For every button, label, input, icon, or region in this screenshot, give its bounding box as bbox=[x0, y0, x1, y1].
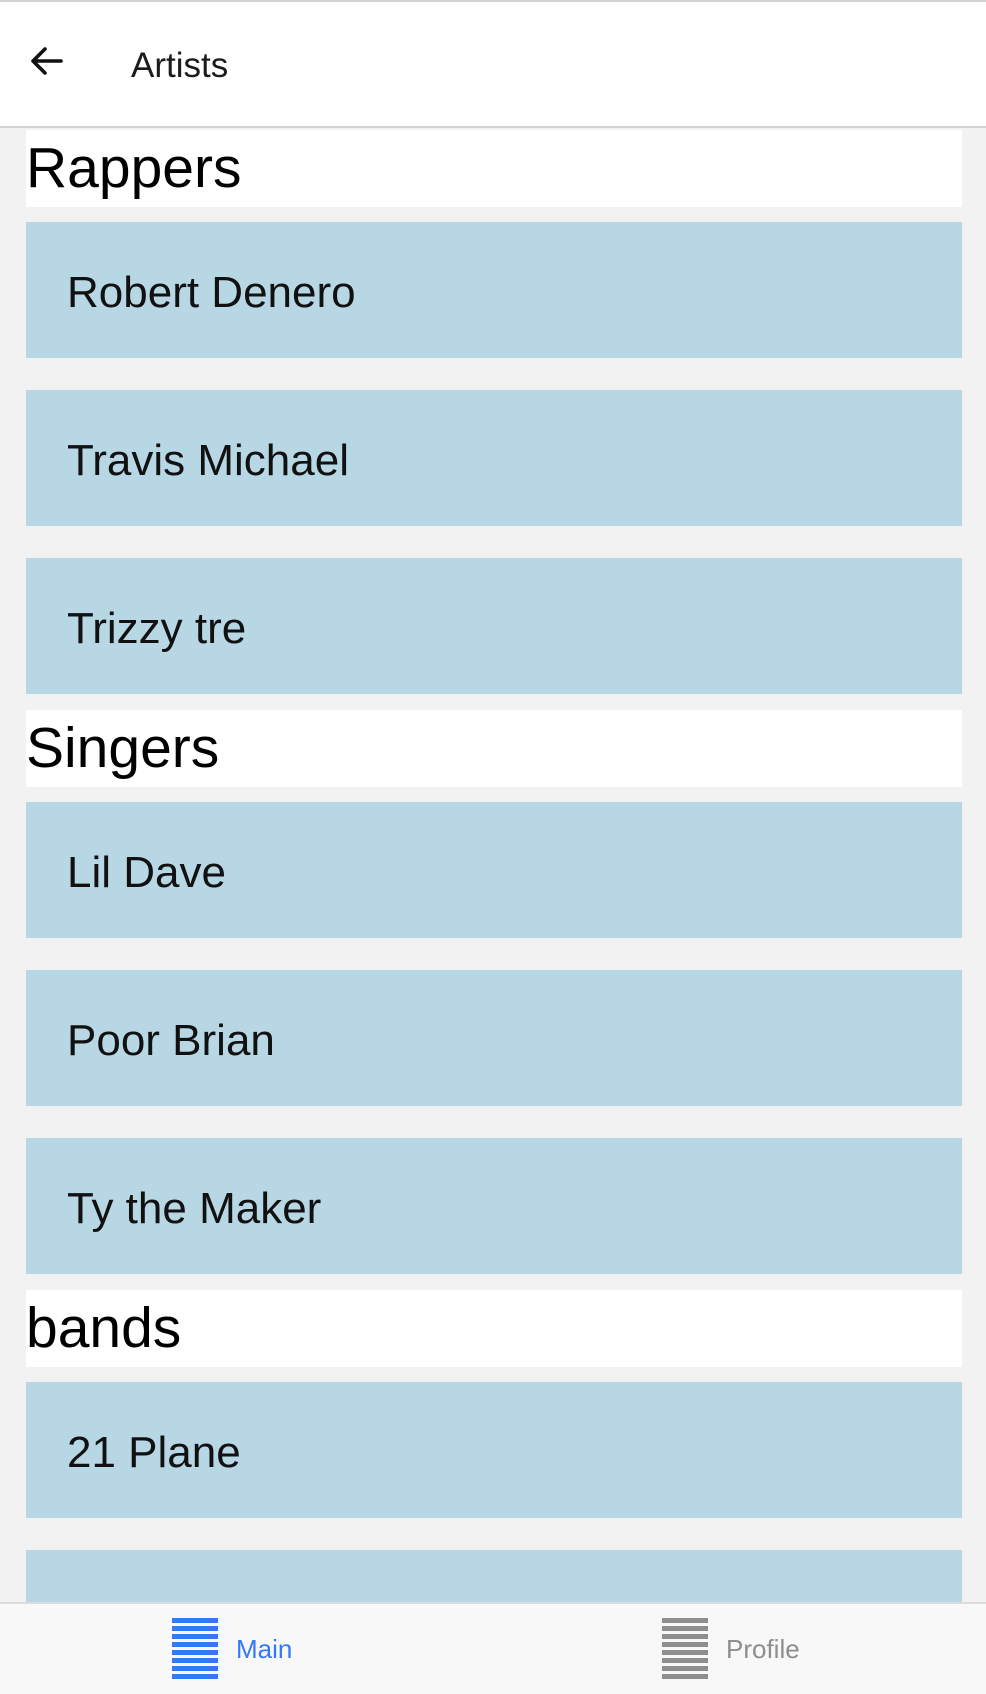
item-label: Ty the Maker bbox=[67, 1184, 322, 1233]
tab-label-main: Main bbox=[236, 1633, 293, 1664]
list-item[interactable]: Trizzy tre bbox=[26, 558, 962, 694]
item-label: Poor Brian bbox=[67, 1016, 275, 1065]
back-button[interactable] bbox=[18, 32, 76, 90]
nav-header: Artists bbox=[0, 0, 986, 128]
section-title: Rappers bbox=[26, 136, 242, 200]
list-item[interactable]: 21 Plane bbox=[26, 1382, 962, 1518]
tab-label-profile: Profile bbox=[726, 1633, 800, 1664]
section-title: bands bbox=[26, 1296, 182, 1360]
item-label: Lil Dave bbox=[67, 848, 226, 897]
list-item[interactable] bbox=[26, 1550, 962, 1602]
list-item[interactable]: Travis Michael bbox=[26, 390, 962, 526]
list-icon bbox=[172, 1618, 218, 1679]
item-label: Trizzy tre bbox=[67, 604, 247, 653]
section-header-rappers: Rappers bbox=[26, 130, 962, 207]
list-item[interactable]: Lil Dave bbox=[26, 802, 962, 938]
item-label: Robert Denero bbox=[67, 268, 356, 317]
list-icon bbox=[662, 1618, 708, 1679]
back-arrow-icon bbox=[31, 47, 63, 75]
tab-profile[interactable]: Profile bbox=[662, 1604, 800, 1694]
artist-list[interactable]: Rappers Robert Denero Travis Michael Tri… bbox=[0, 128, 986, 1602]
list-item[interactable]: Poor Brian bbox=[26, 970, 962, 1106]
item-label: Travis Michael bbox=[67, 436, 349, 485]
tab-main[interactable]: Main bbox=[172, 1604, 292, 1694]
page-title: Artists bbox=[131, 46, 229, 85]
section-title: Singers bbox=[26, 716, 220, 780]
section-header-bands: bands bbox=[26, 1290, 962, 1367]
list-item[interactable]: Robert Denero bbox=[26, 222, 962, 358]
list-item[interactable]: Ty the Maker bbox=[26, 1138, 962, 1274]
item-label: 21 Plane bbox=[67, 1428, 241, 1477]
section-header-singers: Singers bbox=[26, 710, 962, 787]
tab-bar: Main Profile bbox=[0, 1602, 986, 1694]
